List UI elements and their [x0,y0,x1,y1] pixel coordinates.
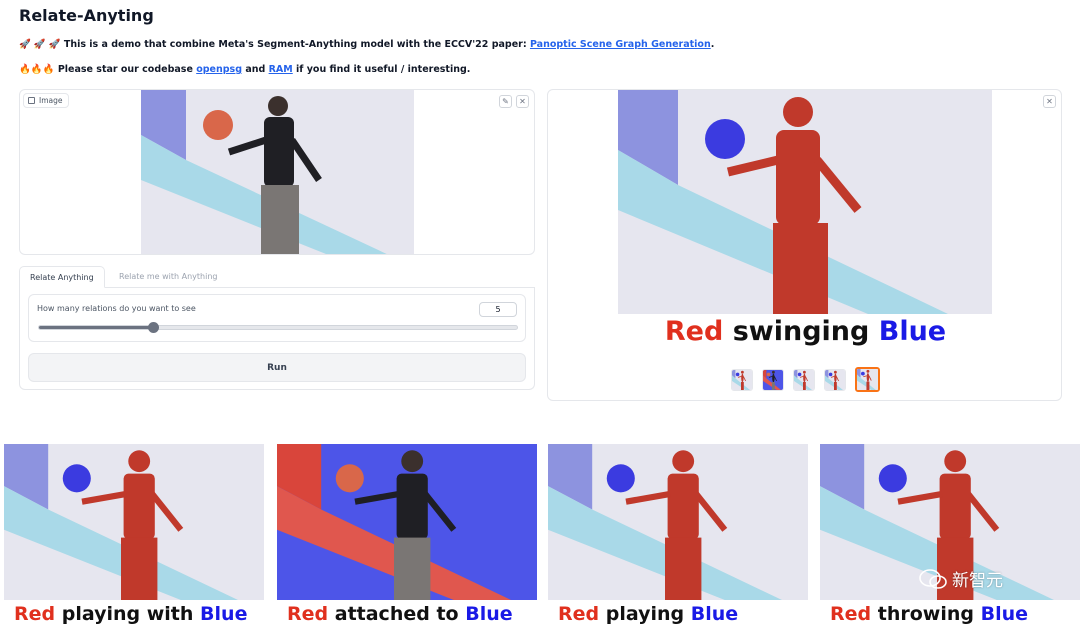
strip-object: Blue [465,603,513,625]
intro-text: This is a demo that combine Meta's Segme… [63,39,527,50]
output-image [618,90,992,314]
watermark: 新智元 [918,566,1003,591]
paper-link[interactable]: Panoptic Scene Graph Generation [530,39,711,50]
strip-subject: Red [14,603,56,625]
openpsg-link[interactable]: openpsg [196,64,242,75]
strip-image-2 [277,444,537,600]
strip-image-1 [4,444,264,600]
intro-end: . [710,39,715,50]
output-panel: ✕ Red swinging Blue [547,89,1062,401]
strip-caption-2: Red attached to Blue [287,603,513,625]
gallery-thumbnail[interactable] [762,369,784,391]
strip-caption-3: Red playing Blue [558,603,738,625]
caption-relation: swinging [732,316,870,347]
gallery-thumbnail[interactable] [855,367,880,392]
gallery-thumbnail[interactable] [824,369,846,391]
strip-subject: Red [830,603,872,625]
caption-subject: Red [664,316,724,347]
tab-bar: Relate Anything Relate me with Anything [19,266,535,288]
intro-line: 🚀 🚀 🚀 This is a demo that combine Meta's… [19,39,714,50]
input-image [141,90,414,254]
slider-thumb[interactable] [148,322,160,333]
star-text-b: and [245,64,266,75]
strip-object: Blue [690,603,739,625]
strip-image-3 [548,444,808,600]
output-close-icon[interactable]: ✕ [1043,95,1056,108]
slider-label: How many relations do you want to see [37,304,196,313]
tab-relate-me[interactable]: Relate me with Anything [109,266,227,288]
ram-link[interactable]: RAM [269,64,293,75]
page-title: Relate-Anyting [19,6,154,25]
strip-subject: Red [287,603,329,625]
result-gallery [731,367,880,392]
strip-relation: throwing [877,603,974,625]
fire-icon: 🔥🔥🔥 [19,64,55,75]
strip-relation: playing [605,603,685,625]
close-icon[interactable]: ✕ [516,95,529,108]
strip-relation: attached to [334,603,459,625]
input-image-panel[interactable]: Image ✎ ✕ [19,89,535,255]
slider-track[interactable] [38,325,518,330]
tab-panel: How many relations do you want to see 5 … [19,287,535,390]
pencil-icon[interactable]: ✎ [499,95,512,108]
run-button[interactable]: Run [28,353,526,382]
strip-object: Blue [980,603,1029,625]
gallery-thumbnail[interactable] [793,369,815,391]
strip-caption-1: Red playing with Blue [14,603,247,625]
image-label: Image [23,93,69,108]
image-icon [28,97,35,104]
watermark-text: 新智元 [952,571,1003,591]
output-caption: Red swinging Blue [548,316,1063,347]
strip-caption-4: Red throwing Blue [830,603,1028,625]
slider-fill [39,326,154,329]
star-text-a: Please star our codebase [57,64,193,75]
strip-object: Blue [200,603,248,625]
relations-number-input[interactable]: 5 [479,302,517,317]
wechat-icon [919,568,947,589]
strip-relation: playing with [61,603,194,625]
caption-object: Blue [878,316,947,347]
star-line: 🔥🔥🔥 Please star our codebase openpsg and… [19,64,470,75]
rocket-icon: 🚀 🚀 🚀 [19,39,61,50]
strip-subject: Red [558,603,600,625]
tab-relate-anything[interactable]: Relate Anything [19,266,105,288]
relations-slider-box: How many relations do you want to see 5 [28,294,526,342]
gallery-thumbnail[interactable] [731,369,753,391]
image-label-text: Image [39,96,63,105]
star-text-c: if you find it useful / interesting. [296,64,471,75]
